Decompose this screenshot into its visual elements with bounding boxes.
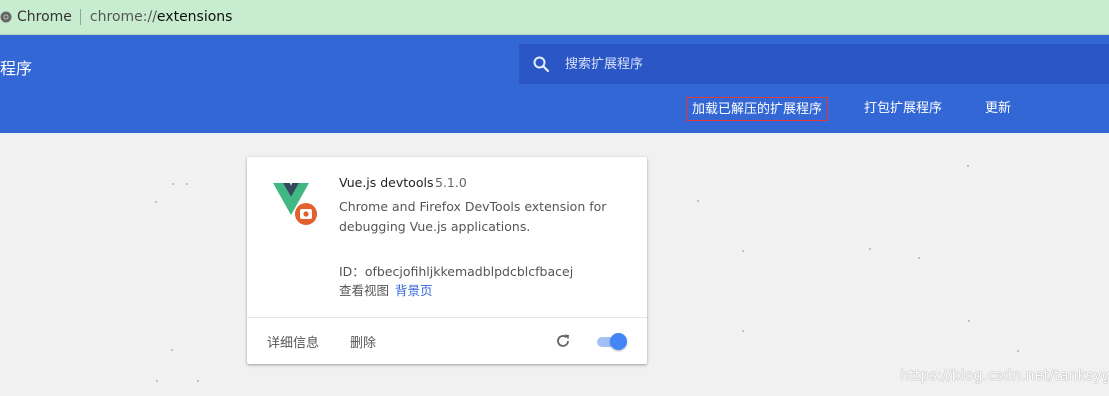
page-title: 程序: [0, 59, 33, 78]
extension-version: 5.1.0: [435, 175, 467, 190]
omnibox[interactable]: Chrome chrome://extensions: [0, 0, 1109, 35]
search-box[interactable]: [519, 44, 1109, 84]
omnibox-separator: [79, 9, 81, 25]
card-divider: [247, 317, 647, 318]
chrome-logo-icon: [0, 11, 12, 23]
extension-id-label: ID：: [339, 264, 365, 279]
extension-name: Vue.js devtools: [339, 175, 434, 190]
url-scheme: chrome://: [89, 9, 157, 25]
extension-card: Vue.js devtools 5.1.0 Chrome and Firefox…: [247, 157, 647, 364]
reload-icon[interactable]: [554, 332, 572, 350]
details-button[interactable]: 详细信息: [267, 332, 319, 351]
extension-id: ID：ofbecjofihljkkemadblpdcblcfbacej: [339, 261, 573, 280]
inspect-views: 查看视图 背景页: [339, 280, 433, 299]
load-unpacked-button[interactable]: 加载已解压的扩展程序: [686, 97, 829, 121]
search-input[interactable]: [563, 55, 1067, 73]
url-host: extensions: [156, 9, 233, 25]
enable-toggle[interactable]: [595, 333, 627, 351]
update-button[interactable]: 更新: [985, 98, 1011, 120]
watermark: https://blog.csdn.net/tanksyg: [900, 368, 1109, 384]
search-icon: [532, 55, 550, 73]
remove-button[interactable]: 删除: [350, 332, 376, 351]
pack-extension-button[interactable]: 打包扩展程序: [864, 98, 942, 120]
vue-logo-icon: [271, 177, 321, 227]
extension-description: Chrome and Firefox DevTools extension fo…: [339, 199, 607, 234]
toggle-knob: [610, 333, 627, 350]
inspect-views-label: 查看视图: [339, 283, 390, 298]
extension-id-value: ofbecjofihljkkemadblpdcblcfbacej: [364, 264, 574, 279]
app-name: Chrome: [17, 9, 72, 25]
extensions-header: 程序 加载已解压的扩展程序 打包扩展程序 更新: [0, 35, 1109, 133]
background-page-link[interactable]: 背景页: [395, 283, 433, 298]
